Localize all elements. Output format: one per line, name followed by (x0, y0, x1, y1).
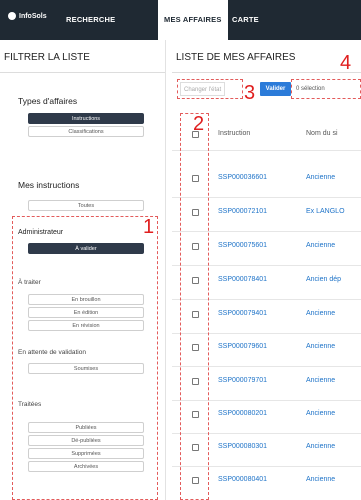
divider (172, 72, 361, 73)
site-name-link[interactable]: Ancienne (306, 174, 335, 181)
panel-divider (165, 40, 166, 500)
annotation-box-4 (291, 79, 361, 99)
column-header-nom[interactable]: Nom du si (306, 130, 338, 137)
top-nav-bar: InfoSols RECHERCHE MES AFFAIRES CARTE (0, 0, 361, 40)
instruction-link[interactable]: SSP000036601 (218, 174, 267, 181)
annotation-box-2 (180, 113, 209, 500)
annotation-label-3: 3 (244, 82, 256, 104)
list-heading: LISTE DE MES AFFAIRES (176, 52, 296, 63)
mes-instructions-title: Mes instructions (18, 180, 80, 190)
instruction-link[interactable]: SSP000079701 (218, 377, 267, 384)
instruction-link[interactable]: SSP000080301 (218, 443, 267, 450)
filter-toutes[interactable]: Toutes (28, 200, 144, 211)
instruction-link[interactable]: SSP000079401 (218, 310, 267, 317)
site-name-link[interactable]: Ancienne (306, 310, 335, 317)
column-header-instruction[interactable]: Instruction (218, 130, 250, 137)
divider (0, 72, 165, 73)
app-logo[interactable]: InfoSols (8, 12, 47, 20)
validate-button[interactable]: Valider (260, 82, 291, 96)
site-name-link[interactable]: Ancien dép (306, 276, 341, 283)
site-name-link[interactable]: Ancienne (306, 443, 335, 450)
instruction-link[interactable]: SSP000080201 (218, 410, 267, 417)
filter-classifications[interactable]: Classifications (28, 126, 144, 137)
site-name-link[interactable]: Ancienne (306, 377, 335, 384)
instruction-link[interactable]: SSP000072101 (218, 208, 267, 215)
annotation-label-4: 4 (340, 52, 352, 74)
annotation-box-3 (177, 79, 243, 99)
annotation-label-1: 1 (143, 216, 155, 238)
filter-instructions[interactable]: Instructions (28, 113, 144, 124)
site-name-link[interactable]: Ancienne (306, 242, 335, 249)
instruction-link[interactable]: SSP000078401 (218, 276, 267, 283)
instruction-link[interactable]: SSP000075601 (218, 242, 267, 249)
instruction-link[interactable]: SSP000079601 (218, 343, 267, 350)
types-section: Types d'affaires Instructions Classifica… (18, 96, 152, 137)
mes-instructions-section: Mes instructions Toutes (18, 180, 152, 211)
nav-tab-recherche[interactable]: RECHERCHE (66, 0, 115, 40)
annotation-box-1 (12, 216, 158, 500)
nav-tab-carte[interactable]: CARTE (232, 0, 259, 40)
filter-heading: FILTRER LA LISTE (4, 52, 90, 63)
site-name-link[interactable]: Ancienne (306, 343, 335, 350)
site-name-link[interactable]: Ancienne (306, 476, 335, 483)
logo-icon (8, 12, 16, 20)
nav-tab-mes-affaires[interactable]: MES AFFAIRES (158, 0, 228, 40)
annotation-label-2: 2 (193, 113, 205, 135)
types-title: Types d'affaires (18, 96, 78, 106)
site-name-link[interactable]: Ex LANGLO (306, 208, 345, 215)
site-name-link[interactable]: Ancienne (306, 410, 335, 417)
instruction-link[interactable]: SSP000080401 (218, 476, 267, 483)
